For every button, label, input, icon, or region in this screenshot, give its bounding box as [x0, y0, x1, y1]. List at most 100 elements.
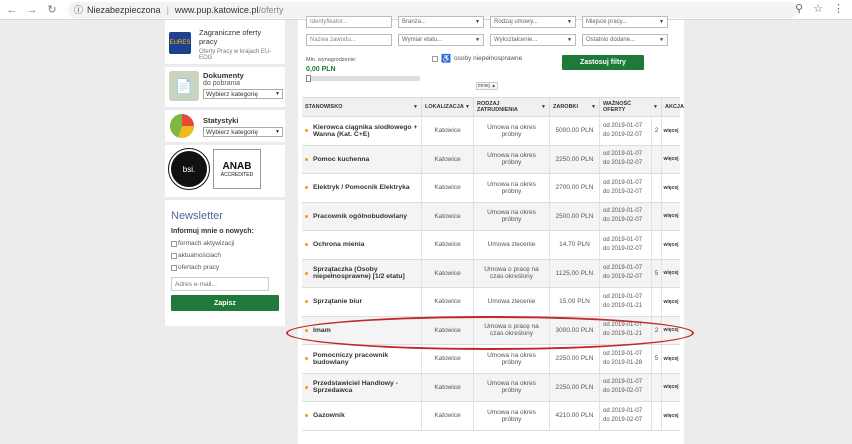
newsletter-save-button[interactable]: Zapisz [171, 295, 279, 311]
header-location[interactable]: LOKALIZACJA ▼ [422, 98, 474, 116]
table-row[interactable]: Sprzątanie biur Katowice Umowa zlecenie 15.… [302, 288, 680, 317]
job-count [652, 202, 662, 230]
more-link[interactable]: więcej [662, 374, 680, 402]
job-title-text[interactable]: Gazownik [313, 412, 345, 419]
newsletter-option-activation[interactable]: formach aktywizacji [171, 240, 279, 247]
job-title-text[interactable]: Elektryk / Pomocnik Elektryka [313, 184, 410, 191]
job-title-text[interactable]: Sprzątaczka (Osoby niepełnosprawne) [1/2… [313, 266, 418, 280]
more-link[interactable]: więcej [662, 146, 680, 174]
more-link[interactable]: więcej [662, 117, 680, 145]
job-title-text[interactable]: Pomocniczy pracownik budowlany [313, 352, 418, 366]
job-title[interactable]: Przedstawiciel Handlowy - Sprzedawca [302, 373, 422, 401]
job-title-text[interactable]: Pracownik ogólnobudowlany [313, 213, 407, 220]
more-link[interactable]: więcej [662, 231, 680, 259]
filter-contract-select[interactable]: Rodzaj umowy... ▼ [490, 16, 576, 28]
job-title-text[interactable]: Przedstawiciel Handlowy - Sprzedawca [313, 380, 418, 394]
more-link[interactable]: więcej [662, 203, 680, 231]
table-row[interactable]: Elektryk / Pomocnik Elektryka Katowice Umo… [302, 174, 680, 203]
job-pay: 14.70 PLN [550, 231, 600, 259]
filter-place-select[interactable]: Miejsce pracy... ▼ [582, 16, 668, 28]
filter-value: Wykształcenie... [494, 37, 538, 43]
filter-industry-select[interactable]: Branża... ▼ [398, 16, 484, 28]
offers-table: STANOWISKO ▼ LOKALIZACJA ▼ RODZAJ ZATRUDNI… [302, 97, 684, 431]
disabled-checkbox[interactable] [432, 55, 438, 62]
min-pay-value: 0,00 PLN [306, 66, 336, 73]
table-row[interactable]: Pomocniczy pracownik budowlany Katowice Um… [302, 345, 680, 374]
filter-profession-input[interactable]: Nazwa zawodu... [306, 34, 392, 46]
statistics-category-select[interactable]: Wybierz kategorię ▼ [203, 127, 283, 137]
filter-row-2: Nazwa zawodu... Wymiar etatu... ▼ Wykszta… [306, 34, 668, 46]
foreign-offers-title[interactable]: Zagraniczne oferty pracy [199, 28, 281, 46]
job-title[interactable]: Ochrona mienia [302, 231, 422, 259]
more-link[interactable]: więcej [662, 260, 680, 288]
foreign-offers-box[interactable]: EURES Zagraniczne oferty pracy Oferty Pr… [165, 20, 285, 64]
checkbox[interactable] [171, 264, 177, 271]
more-link[interactable]: więcej [662, 402, 680, 430]
filter-value: Identyfikator... [310, 19, 348, 25]
job-title[interactable]: Elektryk / Pomocnik Elektryka [302, 174, 422, 202]
table-row[interactable]: Przedstawiciel Handlowy - Sprzedawca Kato… [302, 373, 680, 402]
job-title[interactable]: Kierowca ciągnika siodłowego + Wanna (Ka… [302, 117, 422, 145]
bookmark-star-icon[interactable]: ☆ [813, 2, 823, 15]
back-icon[interactable]: ← [4, 2, 20, 18]
forward-icon[interactable]: → [24, 2, 40, 18]
more-link[interactable]: więcej [662, 345, 680, 373]
filter-education-select[interactable]: Wykształcenie... ▼ [490, 34, 576, 46]
statistics-select-value: Wybierz kategorię [206, 128, 258, 136]
documents-icon: 📄 [169, 71, 199, 101]
newsletter-email-input[interactable] [171, 277, 269, 291]
job-title[interactable]: Sprzątanie biur [302, 288, 422, 316]
job-title-text[interactable]: Ochrona mienia [313, 241, 364, 248]
info-icon[interactable]: ⓘ [74, 3, 83, 16]
checkbox[interactable] [171, 252, 177, 259]
table-row[interactable]: Pracownik ogólnobudowlany Katowice Umowa n… [302, 202, 680, 231]
status-dot-icon [305, 328, 308, 332]
valid-from: od 2019-01-07 [603, 322, 643, 329]
url-path: /oferty [258, 4, 284, 15]
header-position[interactable]: STANOWISKO ▼ [302, 98, 422, 116]
less-filters-toggle[interactable]: mniej ▲ [476, 82, 498, 90]
job-title[interactable]: Pomocniczy pracownik budowlany [302, 345, 422, 373]
job-title-text[interactable]: Sprzątanie biur [313, 298, 362, 305]
header-pay[interactable]: ZAROBKI ▼ [550, 98, 600, 116]
disabled-filter[interactable]: ♿ osoby niepełnosprawne [432, 54, 522, 63]
filter-sort-select[interactable]: Ostatnio dodane... ▼ [582, 34, 668, 46]
min-pay-slider[interactable] [306, 75, 420, 82]
apply-filters-button[interactable]: Zastosuj filtry [562, 55, 644, 70]
table-row[interactable]: Imam Katowice Umowa o pracę na czas określ… [302, 316, 680, 345]
table-row[interactable]: Kierowca ciągnika siodłowego + Wanna (Ka… [302, 117, 680, 146]
reload-icon[interactable]: ↻ [44, 2, 60, 18]
table-row[interactable]: Sprzątaczka (Osoby niepełnosprawne) [1/2… [302, 259, 680, 288]
job-title[interactable]: Pomoc kuchenna [302, 145, 422, 173]
documents-category-select[interactable]: Wybierz kategorię ▼ [203, 89, 283, 99]
job-title[interactable]: Gazownik [302, 402, 422, 430]
header-validity[interactable]: WAŻNOŚĆ OFERTY ▼ [600, 98, 662, 116]
checkbox[interactable] [171, 240, 177, 247]
sort-icon: ▼ [413, 104, 418, 110]
table-row[interactable]: Ochrona mienia Katowice Umowa zlecenie 14.7… [302, 231, 680, 260]
table-row[interactable]: Gazownik Katowice Umowa na okres próbny 421… [302, 402, 680, 431]
valid-from: od 2019-01-07 [603, 122, 643, 129]
job-title[interactable]: Imam [302, 316, 422, 344]
job-title-text[interactable]: Kierowca ciągnika siodłowego + Wanna (Ka… [313, 124, 418, 138]
more-link[interactable]: więcej [662, 174, 680, 202]
filter-worktime-select[interactable]: Wymiar etatu... ▼ [398, 34, 484, 46]
filter-value: Ostatnio dodane... [586, 37, 636, 43]
newsletter-option-offers[interactable]: ofertach pracy [171, 264, 279, 271]
more-link[interactable]: więcej [662, 288, 680, 316]
more-link[interactable]: więcej [662, 317, 680, 345]
filter-id-input[interactable]: Identyfikator... [306, 16, 392, 28]
job-title-text[interactable]: Imam [313, 327, 331, 334]
table-row[interactable]: Pomoc kuchenna Katowice Umowa na okres pró… [302, 145, 680, 174]
job-title[interactable]: Pracownik ogólnobudowlany [302, 202, 422, 230]
job-title[interactable]: Sprzątaczka (Osoby niepełnosprawne) [1/2… [302, 259, 422, 287]
slider-handle[interactable] [306, 75, 311, 82]
job-title-text[interactable]: Pomoc kuchenna [313, 156, 369, 163]
newsletter-option-news[interactable]: aktualnościach [171, 252, 279, 259]
valid-from: od 2019-01-07 [603, 293, 643, 300]
zoom-icon[interactable]: ⚲ [795, 2, 803, 15]
newsletter-label: Informuj mnie o nowych: [171, 228, 254, 235]
menu-icon[interactable]: ⋮ [833, 2, 844, 15]
header-contract[interactable]: RODZAJ ZATRUDNIENIA ▼ [474, 98, 550, 116]
valid-to: do 2019-02-07 [603, 131, 643, 138]
